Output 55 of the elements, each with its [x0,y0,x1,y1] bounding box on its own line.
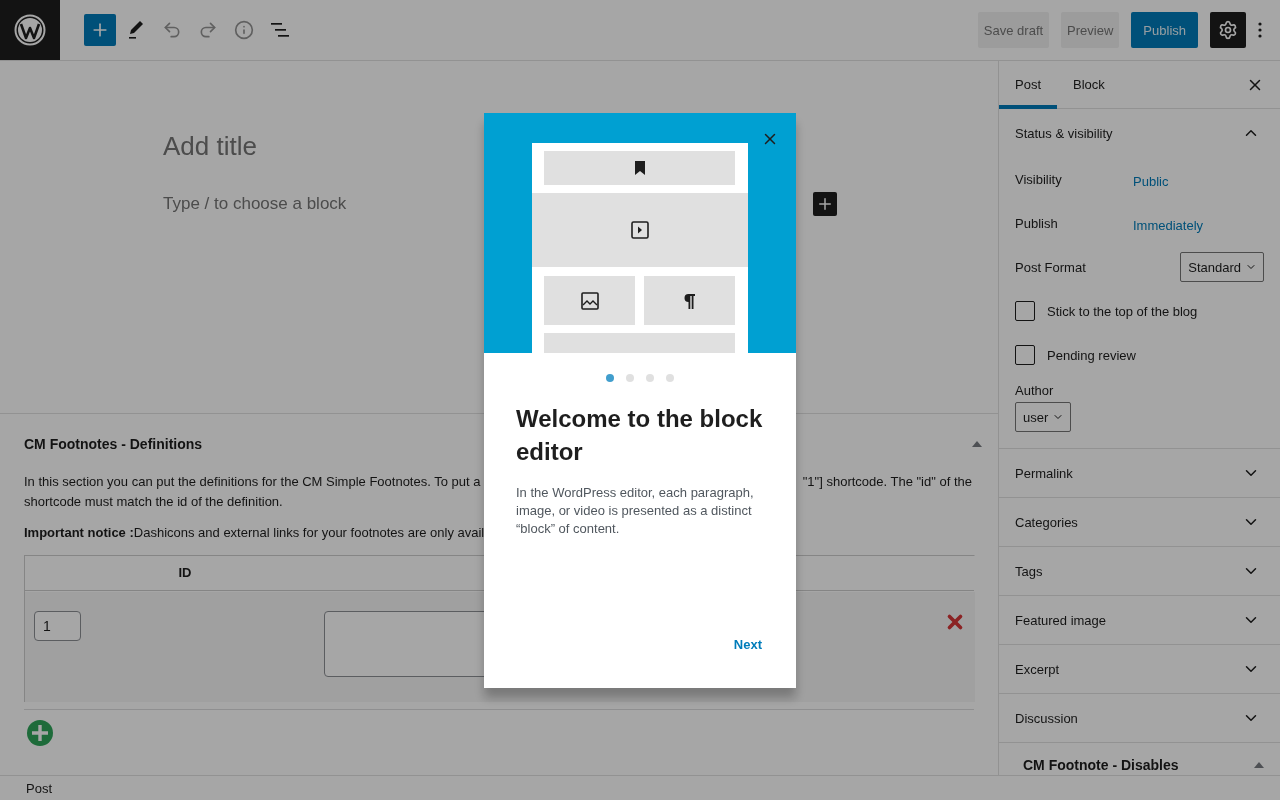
more-icon [1258,22,1262,38]
dialog-text: In the WordPress editor, each paragraph, image, or video is presented as a distinct “block” of content. [516,483,755,538]
setting-link[interactable]: Public [1133,169,1264,189]
dialog-title: Welcome to the block editor [516,403,764,467]
field-label: Post Format [1015,259,1086,275]
id-input-field[interactable]: 1 [34,611,81,641]
caret-up-icon [972,441,982,447]
pen-icon [126,18,146,42]
page-dot[interactable] [666,373,674,382]
undo-icon [162,20,182,40]
next-button[interactable]: Next [723,630,772,658]
panel-header[interactable]: Permalink [999,449,1280,497]
checkbox-label: Pending review [1047,347,1136,363]
checkbox[interactable] [1015,301,1035,321]
page-dot[interactable] [626,373,634,382]
panel-header[interactable]: Featured image [999,596,1280,644]
block-placeholder[interactable]: Type / to choose a block [163,194,347,214]
sidebar-tab[interactable]: Post [999,60,1057,109]
metabox-title: CM Footnote - Disables [1023,757,1179,773]
list-view-icon [270,22,290,38]
sidebar-tab[interactable]: Block [1057,60,1121,109]
add-block-button[interactable] [813,192,837,216]
settings-icon [1218,20,1238,40]
plus-icon [816,195,834,213]
panel-header[interactable]: Excerpt [999,645,1280,693]
info-icon [234,20,254,40]
add-row-button[interactable] [26,719,54,747]
checkbox[interactable] [1015,345,1035,365]
author-select[interactable]: user [1015,402,1072,432]
post-format-select[interactable]: Standard [1180,252,1264,282]
field-label: Author [1015,383,1055,398]
plus-circle-icon [26,719,54,747]
intro-text: In this section you can put the definitions for the CM Simple Footnotes. To put a [24,473,481,491]
redo-icon [198,20,218,40]
column-header: ID [177,564,193,582]
panel-header[interactable]: Status & visibility [999,109,1280,157]
site-logo-icon [14,14,46,46]
setting-link[interactable]: Immediately [1133,213,1264,233]
metabox-title: CM Footnotes - Definitions [24,436,203,452]
title-field[interactable]: Add title [163,131,998,162]
field-label: Visibility [1015,171,1063,187]
caret-up-icon [1254,762,1264,768]
notice-text: Important notice :Dashicons and external links for your footnotes are only avail [24,524,485,542]
intro-text: "1"] shortcode. The "id" of the [802,473,972,491]
checkbox-label: Stick to the top of the blog [1047,303,1198,319]
field-label: Publish [1015,215,1059,231]
panel-header[interactable]: Categories [999,498,1280,546]
site-logo[interactable] [0,0,60,60]
intro-text: shortcode must match the id of the definition. [24,494,283,509]
page-dot[interactable] [646,373,654,382]
panel-header[interactable]: Discussion [999,694,1280,742]
page-dot[interactable] [606,373,614,382]
settings-button[interactable] [1210,12,1246,48]
panel-header[interactable]: Tags [999,547,1280,595]
breadcrumb[interactable]: Post [26,780,52,796]
